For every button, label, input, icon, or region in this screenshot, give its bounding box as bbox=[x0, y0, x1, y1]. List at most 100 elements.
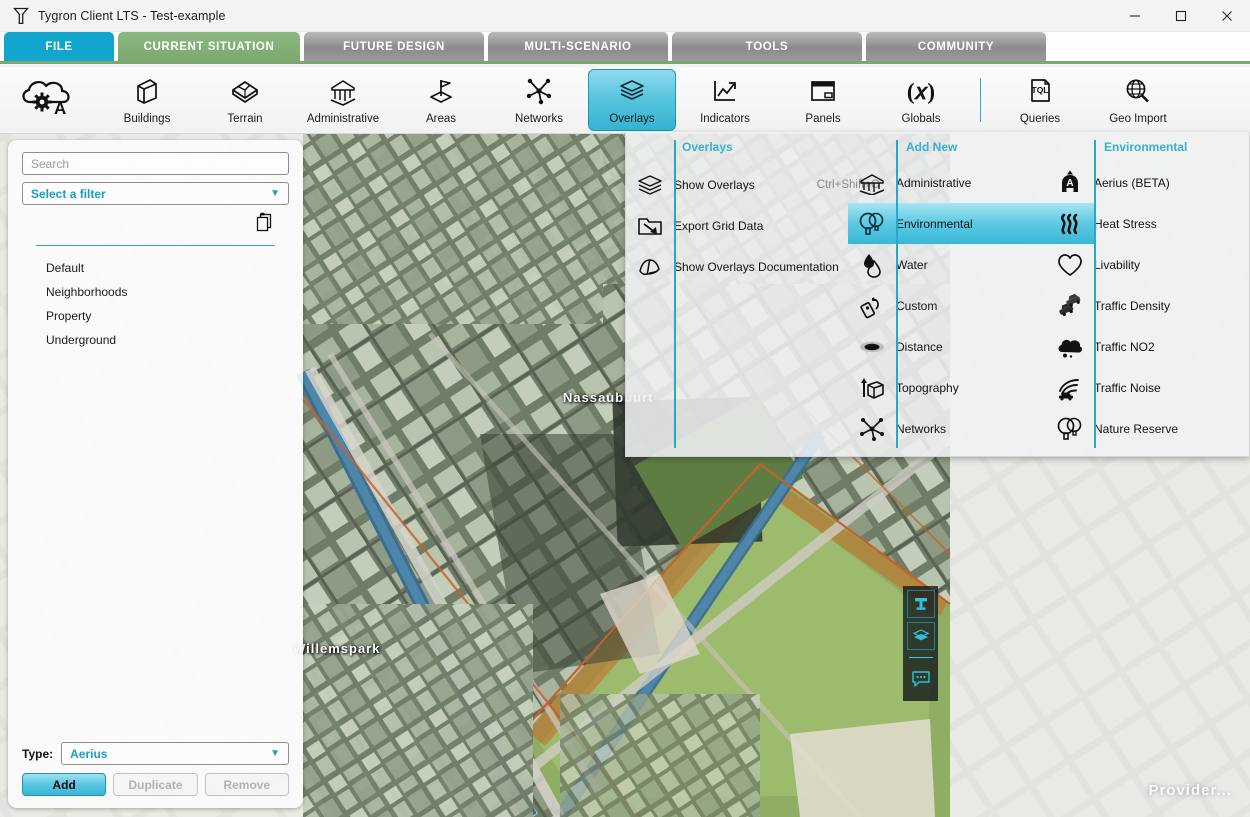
list-item[interactable]: Default bbox=[8, 256, 303, 280]
filter-select[interactable]: Select a filter ▼ bbox=[22, 182, 289, 205]
type-select-value: Aerius bbox=[70, 747, 107, 761]
ribbon-item-geo-import[interactable]: Geo Import bbox=[1089, 70, 1187, 130]
tab-tools[interactable]: TOOLS bbox=[672, 32, 862, 61]
ribbon-divider bbox=[980, 78, 981, 122]
tab-future-design[interactable]: FUTURE DESIGN bbox=[304, 32, 484, 61]
menu-item-label: Heat Stress bbox=[1094, 217, 1157, 231]
close-button[interactable] bbox=[1204, 0, 1250, 32]
tab-file[interactable]: FILE bbox=[4, 32, 114, 61]
type-select[interactable]: Aerius ▼ bbox=[61, 742, 289, 765]
ribbon-label-areas: Areas bbox=[426, 113, 456, 125]
type-row: Type: Aerius ▼ bbox=[22, 742, 289, 765]
heart-icon bbox=[1046, 252, 1094, 278]
type-label: Type: bbox=[22, 747, 53, 761]
map-layers-icon[interactable] bbox=[907, 622, 935, 650]
menu-item-label: Traffic Noise bbox=[1094, 381, 1161, 395]
menu-item-traffic-density[interactable]: Traffic Density bbox=[1046, 285, 1249, 326]
menu-column-environmental: Environmental A Aerius (BETA) bbox=[1094, 132, 1249, 456]
list-item[interactable]: Property bbox=[8, 304, 303, 328]
tygron-cloud-gear-icon: A bbox=[0, 70, 98, 130]
networks-icon bbox=[848, 416, 896, 442]
list-item[interactable]: Neighborhoods bbox=[8, 280, 303, 304]
menu-column-header: Add New bbox=[906, 132, 1094, 154]
ribbon-label-networks: Networks bbox=[515, 113, 563, 125]
menu-item-label: Nature Reserve bbox=[1094, 422, 1178, 436]
menu-item-label: Environmental bbox=[896, 217, 973, 231]
chevron-down-icon: ▼ bbox=[270, 748, 280, 759]
side-panel-top: Search Select a filter ▼ bbox=[8, 140, 303, 246]
menu-column-header: Overlays bbox=[682, 132, 896, 154]
layers-icon bbox=[626, 173, 674, 197]
overlays-dropdown-menu: Overlays Show Overlays Ctrl+Shift+O bbox=[625, 132, 1250, 457]
tygron-logo-icon bbox=[6, 0, 36, 32]
documentation-pages-icon bbox=[626, 255, 674, 279]
list-item[interactable]: Underground bbox=[8, 328, 303, 352]
administrative-icon bbox=[848, 171, 896, 195]
water-drops-icon bbox=[848, 252, 896, 278]
window-title: Tygron Client LTS - Test-example bbox=[38, 9, 226, 23]
ribbon-item-globals[interactable]: (𝑥) Globals bbox=[872, 70, 970, 130]
menu-item-traffic-noise[interactable]: Traffic Noise bbox=[1046, 367, 1249, 408]
aerius-icon: A bbox=[1046, 170, 1094, 196]
ribbon-item-networks[interactable]: Networks bbox=[490, 70, 588, 130]
menu-item-livability[interactable]: Livability bbox=[1046, 244, 1249, 285]
menu-item-nature-reserve[interactable]: Nature Reserve bbox=[1046, 408, 1249, 449]
maximize-button[interactable] bbox=[1158, 0, 1204, 32]
menu-column-header: Environmental bbox=[1104, 132, 1249, 154]
menu-item-label: Networks bbox=[896, 422, 946, 436]
ribbon-item-overlays[interactable]: Overlays bbox=[588, 69, 676, 131]
queries-tql-icon: TQL bbox=[1023, 76, 1057, 111]
map-tool-rail bbox=[903, 586, 938, 701]
column-divider bbox=[1094, 140, 1096, 448]
tab-community[interactable]: COMMUNITY bbox=[866, 32, 1046, 61]
remove-button: Remove bbox=[205, 773, 289, 796]
ribbon-item-indicators[interactable]: Indicators bbox=[676, 70, 774, 130]
chevron-down-icon: ▼ bbox=[270, 188, 280, 199]
map-watermark: Provider... bbox=[1148, 782, 1232, 799]
ribbon-label-administrative: Administrative bbox=[307, 113, 379, 125]
menu-item-label: Water bbox=[896, 258, 928, 272]
filter-select-value: Select a filter bbox=[31, 187, 106, 201]
geo-import-globe-icon bbox=[1121, 76, 1155, 111]
map-marker-pin-icon[interactable] bbox=[907, 590, 935, 618]
add-button[interactable]: Add bbox=[22, 773, 106, 796]
side-panel-bottom: Type: Aerius ▼ Add Duplicate Remove bbox=[8, 742, 303, 808]
menu-item-label: Show Overlays bbox=[674, 178, 755, 192]
rail-divider bbox=[909, 657, 933, 658]
title-bar: Tygron Client LTS - Test-example bbox=[0, 0, 1250, 32]
ribbon-item-buildings[interactable]: Buildings bbox=[98, 70, 196, 130]
ribbon-item-queries[interactable]: TQL Queries bbox=[991, 70, 1089, 130]
networks-icon bbox=[522, 76, 556, 111]
ribbon-item-panels[interactable]: Panels bbox=[774, 70, 872, 130]
ribbon-label-globals: Globals bbox=[902, 113, 941, 125]
window-controls bbox=[1112, 0, 1250, 32]
menu-item-label: Livability bbox=[1094, 258, 1140, 272]
ribbon-label-overlays: Overlays bbox=[609, 113, 654, 125]
menu-item-label: Traffic Density bbox=[1094, 299, 1170, 313]
search-input[interactable]: Search bbox=[22, 152, 289, 175]
svg-text:A: A bbox=[1066, 178, 1073, 189]
ribbon-item-administrative[interactable]: Administrative bbox=[294, 70, 392, 130]
tab-multi-scenario[interactable]: MULTI-SCENARIO bbox=[488, 32, 668, 61]
svg-text:TQL: TQL bbox=[1032, 85, 1049, 95]
menu-item-traffic-no2[interactable]: Traffic NO2 bbox=[1046, 326, 1249, 367]
noise-car-icon bbox=[1046, 375, 1094, 401]
clipboard-copy-icon[interactable] bbox=[256, 212, 273, 237]
ribbon-label-terrain: Terrain bbox=[227, 113, 262, 125]
trees-icon bbox=[1046, 416, 1094, 442]
menu-item-aerius[interactable]: A Aerius (BETA) bbox=[1046, 162, 1249, 203]
administrative-icon bbox=[326, 76, 360, 111]
topography-box-icon bbox=[848, 375, 896, 401]
ribbon-item-areas[interactable]: Areas bbox=[392, 70, 490, 130]
cars-icon bbox=[1046, 293, 1094, 319]
menu-item-label: Show Overlays Documentation bbox=[674, 260, 839, 274]
chat-bubble-icon[interactable] bbox=[907, 665, 935, 693]
globals-x-icon: (𝑥) bbox=[901, 76, 941, 111]
menu-item-heat-stress[interactable]: Heat Stress bbox=[1046, 203, 1249, 244]
ribbon-label-geo-import: Geo Import bbox=[1109, 113, 1167, 125]
tab-current-situation[interactable]: CURRENT SITUATION bbox=[118, 32, 300, 61]
distance-ellipse-icon bbox=[848, 336, 896, 358]
ribbon-item-terrain[interactable]: Terrain bbox=[196, 70, 294, 130]
export-folder-icon bbox=[626, 214, 674, 238]
minimize-button[interactable] bbox=[1112, 0, 1158, 32]
